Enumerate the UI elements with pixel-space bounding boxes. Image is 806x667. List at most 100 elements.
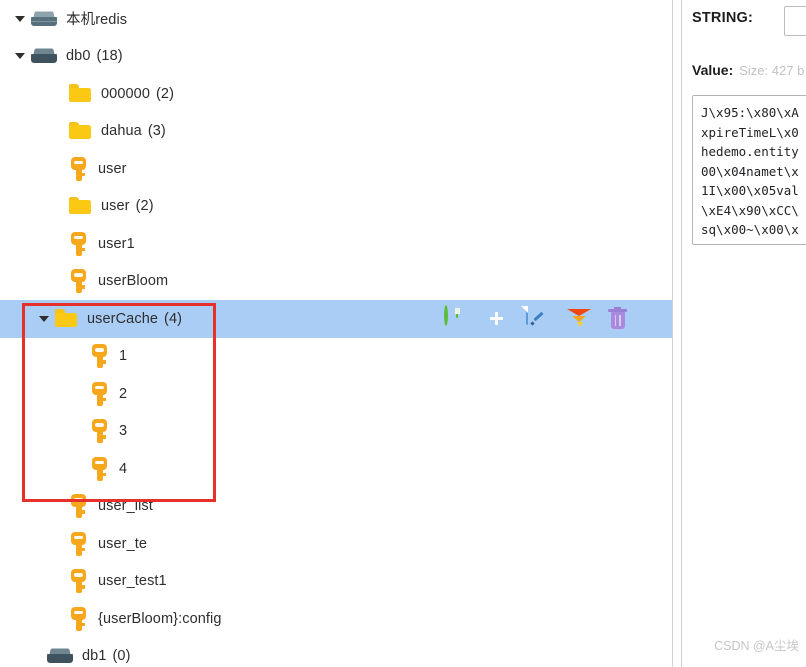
tree-row[interactable]: 000000 (2) — [0, 75, 672, 113]
value-line: J\x95:\x80\xA — [701, 105, 799, 120]
tree-row[interactable]: user (2) — [0, 188, 672, 226]
key-icon — [90, 456, 109, 481]
database-icon — [31, 47, 57, 65]
tree-row[interactable]: user1 — [0, 225, 672, 263]
tree-row-count: (4) — [164, 310, 183, 327]
tree-row-label: 000000 — [101, 85, 150, 102]
key-tree-panel: 本机redis db0 (18) 000000 (2) dahua (3) user user (… — [0, 0, 672, 667]
tree-row[interactable]: 2 — [0, 375, 672, 413]
refresh-icon[interactable] — [444, 304, 468, 331]
tree-row-count: (3) — [147, 123, 166, 140]
tree-row[interactable]: userBloom — [0, 263, 672, 301]
expander-placeholder — [52, 612, 66, 626]
server-icon — [31, 10, 57, 28]
tree-row-label: user_test1 — [98, 573, 167, 590]
tree-row[interactable]: {userBloom}:config — [0, 600, 672, 638]
value-line: hedemo.entity — [701, 144, 799, 159]
tree-row-label: user_te — [98, 535, 148, 552]
key-icon — [90, 381, 109, 406]
key-icon — [69, 494, 88, 519]
tree-row-label: userCache — [87, 310, 159, 327]
tree-row-count: (2) — [135, 198, 154, 215]
tree-row[interactable]: user_test1 — [0, 563, 672, 601]
expander-placeholder — [30, 649, 44, 663]
tree-row-label: user — [98, 160, 127, 177]
expander-placeholder — [52, 237, 66, 251]
expander-placeholder — [52, 537, 66, 551]
tree-row[interactable]: db1 (0) — [0, 638, 672, 667]
tree-row[interactable]: 1 — [0, 338, 672, 376]
add-icon[interactable] — [485, 307, 509, 331]
key-icon — [69, 231, 88, 256]
expander-placeholder — [52, 199, 66, 213]
value-line: 1I\x00\x05val — [701, 183, 799, 198]
tree-row[interactable]: userCache (4) — [0, 300, 672, 338]
tree-row-label: {userBloom}:config — [98, 610, 222, 627]
key-icon — [90, 344, 109, 369]
tree-row[interactable]: user_list — [0, 488, 672, 526]
delete-icon[interactable] — [608, 306, 632, 331]
folder-icon — [69, 196, 92, 216]
expander-placeholder — [52, 162, 66, 176]
chevron-down-icon[interactable] — [14, 49, 28, 63]
tree-row[interactable]: user_te — [0, 525, 672, 563]
expander-placeholder — [52, 499, 66, 513]
tree-row[interactable]: user — [0, 150, 672, 188]
folder-icon — [69, 84, 92, 103]
tree-row-label: user1 — [98, 235, 135, 252]
panel-splitter[interactable] — [672, 0, 682, 667]
value-textarea[interactable]: J\x95:\x80\xA xpireTimeL\x0 hedemo.entity 0… — [692, 95, 806, 245]
tree-row[interactable]: db0 (18) — [0, 38, 672, 76]
key-icon — [69, 606, 88, 631]
edit-icon[interactable] — [521, 305, 550, 331]
folder-icon — [69, 121, 92, 141]
row-action-toolbar — [444, 304, 632, 331]
filter-icon[interactable] — [567, 307, 591, 331]
value-line: xpireTimeL\x0 — [701, 124, 799, 140]
tree-row-label: db0 — [66, 48, 91, 65]
expander-placeholder — [73, 462, 87, 476]
tree-row[interactable]: 本机redis — [0, 0, 672, 38]
tree-row-label: user — [101, 198, 130, 215]
expander-placeholder — [52, 124, 66, 138]
key-icon — [69, 156, 88, 181]
key-icon — [69, 269, 88, 294]
value-line: sq\x00~\x00\x — [701, 222, 799, 237]
tree-row-count: (18) — [96, 48, 123, 65]
tree-row[interactable]: 4 — [0, 450, 672, 488]
watermark-text: CSDN @A尘埃 — [714, 639, 799, 653]
tree-row[interactable]: 3 — [0, 413, 672, 451]
value-line: \xE4\x90\xCC\ — [701, 202, 799, 218]
expander-placeholder — [52, 274, 66, 288]
key-type-label: STRING: — [692, 10, 754, 26]
tree-row-count: (2) — [156, 85, 175, 102]
tree-row-label: user_list — [98, 498, 153, 515]
chevron-down-icon[interactable] — [14, 12, 28, 26]
value-header-row: Value: Size: 427 b — [692, 62, 804, 78]
tree-row-label: 2 — [119, 385, 128, 402]
tree-row-label: userBloom — [98, 273, 169, 290]
tree-row-label: 4 — [119, 460, 128, 477]
tree-row-label: dahua — [101, 123, 142, 140]
app-root: 本机redis db0 (18) 000000 (2) dahua (3) user user (… — [0, 0, 806, 667]
expander-placeholder — [52, 574, 66, 588]
tree-row-count: (0) — [112, 648, 131, 665]
expander-placeholder — [73, 349, 87, 363]
key-tree: 本机redis db0 (18) 000000 (2) dahua (3) user user (… — [0, 0, 672, 667]
tree-row-label: 1 — [119, 348, 128, 365]
key-name-input[interactable] — [784, 6, 806, 36]
expander-placeholder — [52, 87, 66, 101]
tree-row-label: 3 — [119, 423, 128, 440]
database-icon — [47, 647, 73, 665]
tree-row-label: db1 — [82, 648, 107, 665]
value-size-hint: Size: 427 b — [739, 63, 805, 78]
key-icon — [90, 419, 109, 444]
tree-row[interactable]: dahua (3) — [0, 113, 672, 151]
key-icon — [69, 569, 88, 594]
value-detail-panel: STRING: Value: Size: 427 b J\x95:\x80\xA… — [682, 0, 806, 667]
key-icon — [69, 531, 88, 556]
folder-icon — [55, 309, 78, 328]
value-label: Value: — [692, 62, 734, 78]
tree-row-label: 本机redis — [66, 12, 128, 29]
chevron-down-icon[interactable] — [38, 312, 52, 326]
